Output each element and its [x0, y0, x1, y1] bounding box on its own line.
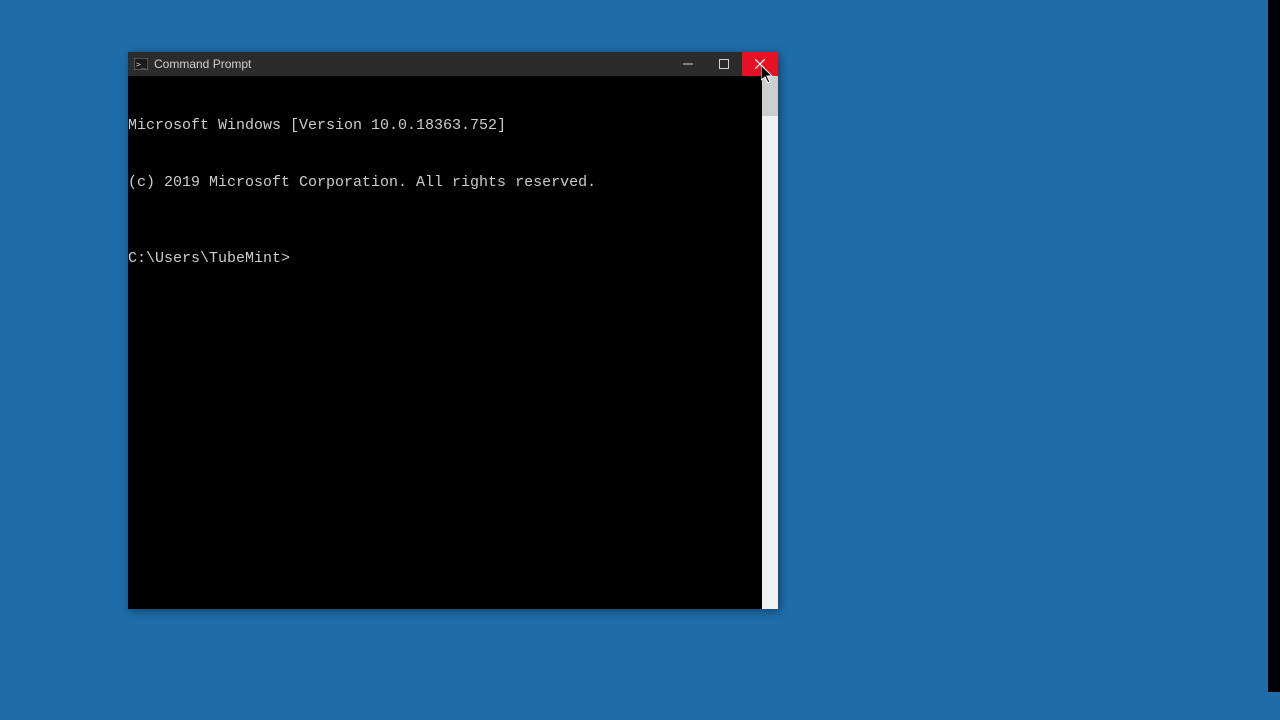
- window-titlebar[interactable]: >_ Command Prompt: [128, 52, 778, 76]
- svg-text:>_: >_: [136, 60, 146, 69]
- terminal-output: Microsoft Windows [Version 10.0.18363.75…: [128, 76, 762, 609]
- window-controls: [670, 52, 778, 76]
- command-prompt-icon: >_: [134, 58, 148, 70]
- scrollbar-thumb[interactable]: [762, 76, 778, 116]
- vertical-scrollbar[interactable]: [762, 76, 778, 609]
- screen-right-border: [1268, 0, 1280, 692]
- minimize-button[interactable]: [670, 52, 706, 76]
- terminal-body[interactable]: Microsoft Windows [Version 10.0.18363.75…: [128, 76, 778, 609]
- close-button[interactable]: [742, 52, 778, 76]
- command-prompt-window: >_ Command Prompt Microsoft Windows [Ver…: [128, 52, 778, 609]
- window-title: Command Prompt: [154, 57, 251, 71]
- copyright-line: (c) 2019 Microsoft Corporation. All righ…: [128, 173, 762, 192]
- prompt-line: C:\Users\TubeMint>: [128, 249, 762, 268]
- maximize-button[interactable]: [706, 52, 742, 76]
- version-line: Microsoft Windows [Version 10.0.18363.75…: [128, 116, 762, 135]
